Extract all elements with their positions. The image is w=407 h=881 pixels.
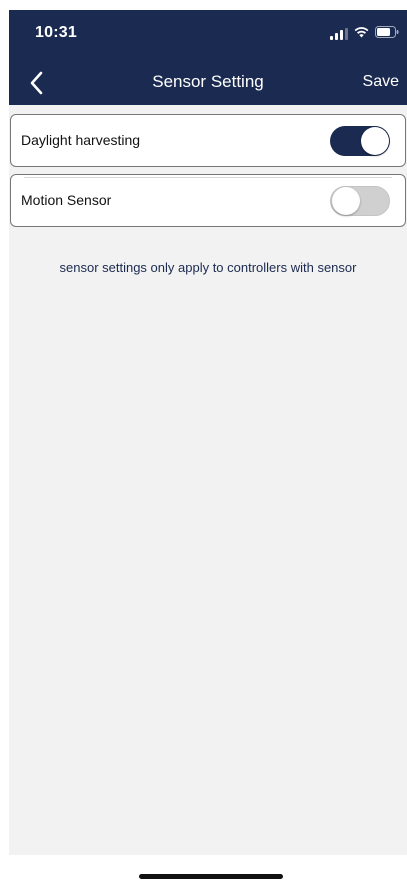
signal-icon	[330, 28, 348, 40]
wifi-icon	[354, 25, 369, 43]
status-icons	[330, 26, 399, 42]
save-button[interactable]: Save	[363, 73, 399, 91]
battery-icon	[375, 25, 399, 43]
screen: 10:31 Sensor Setting Save Daylight harve…	[0, 0, 407, 881]
home-indicator[interactable]	[139, 874, 283, 879]
status-time: 10:31	[35, 24, 77, 41]
top-bar: 10:31 Sensor Setting Save	[9, 10, 407, 105]
toggle-knob	[361, 127, 389, 155]
home-bar-area	[9, 855, 407, 881]
setting-label: Motion Sensor	[21, 192, 112, 208]
motion-sensor-toggle[interactable]	[330, 186, 390, 216]
daylight-harvesting-toggle[interactable]	[330, 126, 390, 156]
setting-label: Daylight harvesting	[21, 132, 141, 148]
page-title: Sensor Setting	[152, 72, 264, 91]
setting-row-daylight-harvesting: Daylight harvesting	[10, 114, 406, 167]
sensor-note: sensor settings only apply to controller…	[59, 260, 357, 275]
toggle-knob	[332, 187, 360, 215]
settings-content: Daylight harvesting Motion Sensor sensor…	[9, 105, 407, 855]
setting-row-motion-sensor: Motion Sensor	[10, 174, 406, 227]
